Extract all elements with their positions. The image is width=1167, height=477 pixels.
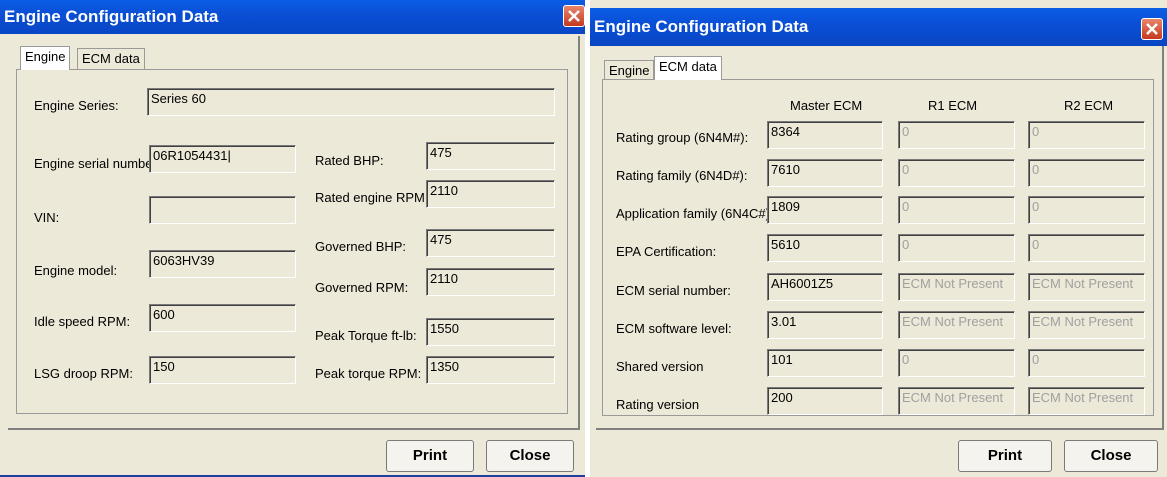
- ecm-serial-master[interactable]: AH6001Z5: [767, 273, 883, 301]
- column-r2-ecm: R2 ECM: [1064, 98, 1114, 113]
- label-lsg-droop: LSG droop RPM:: [34, 366, 133, 381]
- label-rating-group: Rating group (6N4M#):: [616, 130, 749, 145]
- label-application-family: Application family (6N4C#):: [616, 206, 774, 221]
- label-epa-certification: EPA Certification:: [616, 244, 717, 259]
- shared-version-r2[interactable]: 0: [1028, 349, 1145, 377]
- rating-group-r2[interactable]: 0: [1028, 121, 1145, 149]
- engine-model-field[interactable]: 6063HV39: [149, 250, 296, 278]
- title-bar[interactable]: Engine Configuration Data: [0, 0, 585, 34]
- column-r1-ecm: R1 ECM: [928, 98, 978, 113]
- title-bar[interactable]: Engine Configuration Data: [590, 8, 1167, 46]
- rated-engine-rpm-field[interactable]: 2110: [426, 180, 555, 208]
- window-title: Engine Configuration Data: [594, 17, 809, 36]
- rating-version-r2[interactable]: ECM Not Present: [1028, 387, 1145, 415]
- engine-config-window-right: Engine Configuration Data Engine ECM dat…: [590, 0, 1167, 477]
- epa-certification-r1[interactable]: 0: [898, 234, 1015, 262]
- close-button[interactable]: Close: [486, 440, 574, 472]
- peak-torque-rpm-field[interactable]: 1350: [426, 356, 555, 384]
- label-peak-torque-rpm: Peak torque RPM:: [315, 366, 422, 381]
- label-rating-family: Rating family (6N4D#):: [616, 168, 748, 183]
- label-ecm-serial: ECM serial number:: [616, 283, 731, 298]
- governed-rpm-field[interactable]: 2110: [426, 268, 555, 296]
- label-engine-serial: Engine serial number:: [34, 156, 161, 171]
- label-rated-bhp: Rated BHP:: [315, 153, 384, 168]
- epa-certification-r2[interactable]: 0: [1028, 234, 1145, 262]
- rating-family-r2[interactable]: 0: [1028, 159, 1145, 187]
- ecm-software-level-r1[interactable]: ECM Not Present: [898, 311, 1015, 339]
- label-engine-series: Engine Series:: [34, 98, 119, 113]
- application-family-r2[interactable]: 0: [1028, 196, 1145, 224]
- close-button[interactable]: Close: [1064, 440, 1158, 472]
- label-ecm-software-level: ECM software level:: [616, 321, 732, 336]
- label-governed-rpm: Governed RPM:: [315, 280, 409, 295]
- rating-family-master[interactable]: 7610: [767, 159, 883, 187]
- tab-ecm-data[interactable]: ECM data: [654, 56, 722, 80]
- ecm-serial-r2[interactable]: ECM Not Present: [1028, 273, 1145, 301]
- rating-group-r1[interactable]: 0: [898, 121, 1015, 149]
- epa-certification-master[interactable]: 5610: [767, 234, 883, 262]
- label-rating-version: Rating version: [616, 397, 700, 412]
- rating-family-r1[interactable]: 0: [898, 159, 1015, 187]
- close-icon[interactable]: [563, 5, 585, 27]
- shared-version-master[interactable]: 101: [767, 349, 883, 377]
- label-idle-speed: Idle speed RPM:: [34, 314, 131, 329]
- rating-version-r1[interactable]: ECM Not Present: [898, 387, 1015, 415]
- label-vin: VIN:: [34, 210, 60, 225]
- print-button[interactable]: Print: [386, 440, 474, 472]
- engine-serial-field[interactable]: 06R1054431|: [149, 145, 296, 173]
- engine-series-field[interactable]: Series 60: [147, 88, 555, 116]
- rating-version-master[interactable]: 200: [767, 387, 883, 415]
- tab-engine[interactable]: Engine: [20, 46, 71, 70]
- lsg-droop-field[interactable]: 150: [149, 356, 296, 384]
- rating-group-master[interactable]: 8364: [767, 121, 883, 149]
- peak-torque-field[interactable]: 1550: [426, 318, 555, 346]
- ecm-serial-r1[interactable]: ECM Not Present: [898, 273, 1015, 301]
- ecm-software-level-master[interactable]: 3.01: [767, 311, 883, 339]
- close-icon[interactable]: [1141, 18, 1163, 40]
- label-engine-model: Engine model:: [34, 263, 118, 278]
- application-family-master[interactable]: 1809: [767, 196, 883, 224]
- label-rated-engine-rpm: Rated engine RPM:: [315, 190, 429, 205]
- label-shared-version: Shared version: [616, 359, 704, 374]
- column-master-ecm: Master ECM: [790, 98, 863, 113]
- rated-bhp-field[interactable]: 475: [426, 142, 555, 170]
- vin-field[interactable]: [149, 196, 296, 224]
- label-peak-torque: Peak Torque ft-lb:: [315, 328, 417, 343]
- shared-version-r1[interactable]: 0: [898, 349, 1015, 377]
- application-family-r1[interactable]: 0: [898, 196, 1015, 224]
- tab-ecm-data[interactable]: ECM data: [77, 48, 145, 70]
- engine-config-window-left: Engine Configuration Data Engine ECM dat…: [0, 0, 585, 477]
- window-title: Engine Configuration Data: [4, 7, 219, 26]
- ecm-software-level-r2[interactable]: ECM Not Present: [1028, 311, 1145, 339]
- label-governed-bhp: Governed BHP:: [315, 239, 407, 254]
- idle-speed-field[interactable]: 600: [149, 304, 296, 332]
- print-button[interactable]: Print: [958, 440, 1052, 472]
- governed-bhp-field[interactable]: 475: [426, 229, 555, 257]
